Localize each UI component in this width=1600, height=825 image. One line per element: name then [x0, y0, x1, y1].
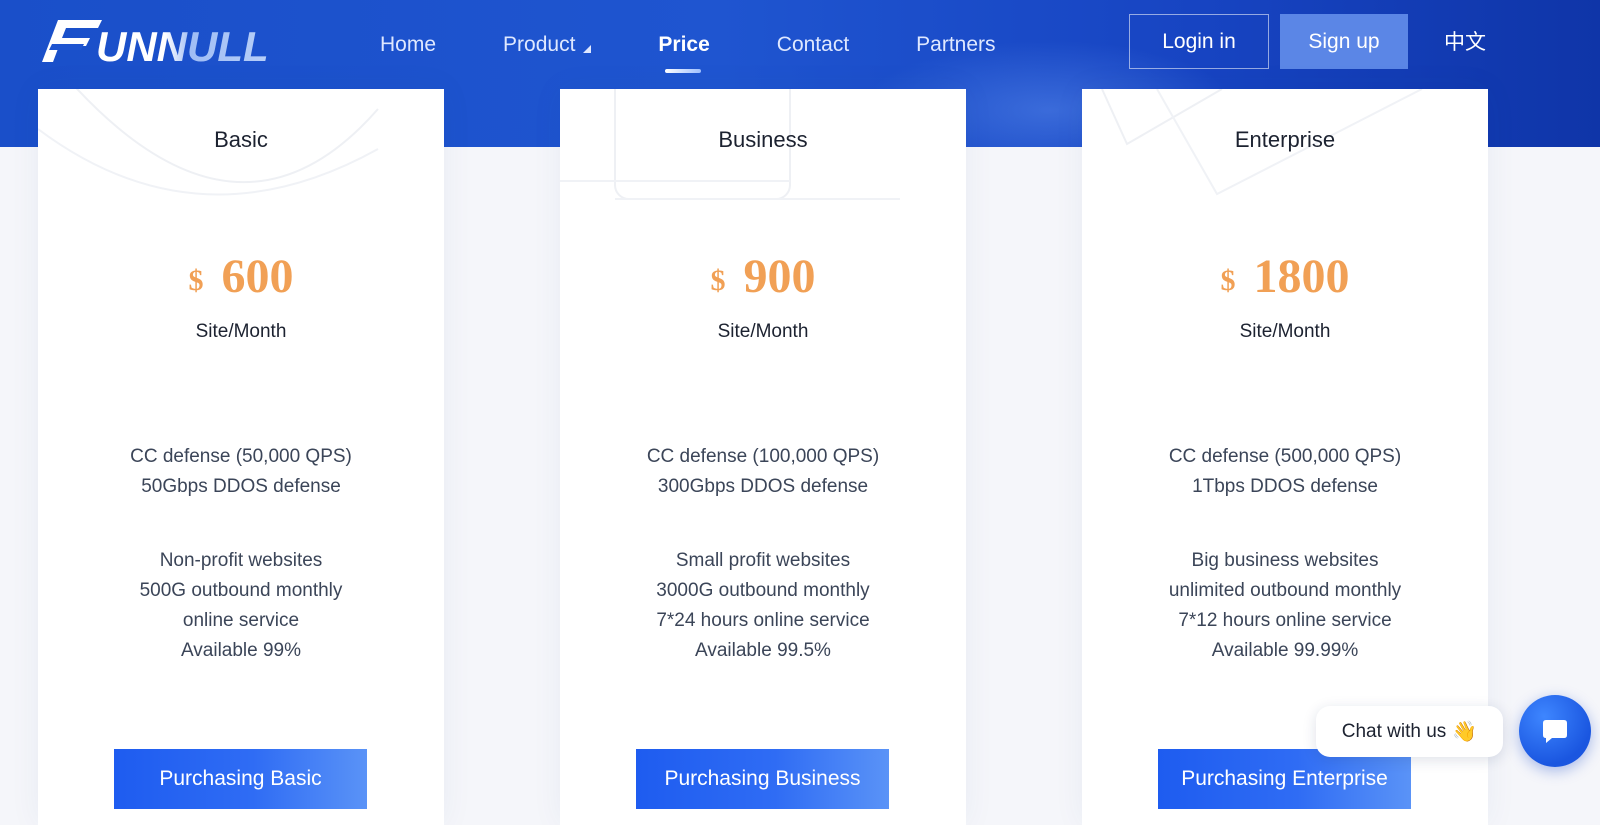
feature-line: Available 99% [180, 640, 302, 661]
feature-group-defense: CC defense (100,000 QPS) 300Gbps DDOS de… [560, 442, 966, 502]
waving-hand-icon: 👋 [1452, 721, 1478, 743]
price-amount: 900 [743, 250, 816, 303]
feature-line: Available 99.5% [695, 640, 831, 661]
nav-product[interactable]: Product [503, 32, 592, 57]
purchase-basic-button[interactable]: Purchasing Basic [114, 749, 367, 809]
chat-icon [1543, 720, 1567, 743]
plan-name: Business [718, 127, 808, 152]
feature-line: Big business websites [1191, 550, 1379, 571]
feature-line: 1Tbps DDOS defense [1192, 476, 1378, 497]
price-unit: Site/Month [1239, 321, 1331, 342]
feature-line: Small profit websites [675, 550, 851, 571]
plan-name: Enterprise [1234, 127, 1336, 152]
plan-card-business: Business $900 Site/Month CC defense (100… [560, 89, 966, 825]
chat-launcher-button[interactable] [1519, 695, 1591, 767]
purchase-button-label: Purchasing Business [664, 767, 861, 790]
card-decoration [38, 89, 379, 196]
nav-price-label: Price [658, 32, 710, 56]
feature-group-service: Non-profit websites 500G outbound monthl… [38, 546, 444, 666]
main-nav: Home Product Price Contact Partners [380, 0, 1063, 89]
plan-price: $600 [38, 249, 444, 304]
purchase-button-label: Purchasing Basic [159, 767, 322, 790]
nav-contact-label: Contact [776, 32, 850, 56]
feature-group-defense: CC defense (500,000 QPS) 1Tbps DDOS defe… [1082, 442, 1488, 502]
plan-price: $900 [560, 249, 966, 304]
feature-line: CC defense (50,000 QPS) [130, 446, 352, 467]
feature-group-service: Big business websites unlimited outbound… [1082, 546, 1488, 666]
feature-line: CC defense (100,000 QPS) [646, 446, 880, 467]
feature-line: unlimited outbound monthly [1168, 580, 1402, 601]
feature-line: 3000G outbound monthly [656, 580, 870, 601]
purchase-button-label: Purchasing Enterprise [1181, 767, 1388, 790]
nav-price[interactable]: Price [658, 32, 710, 73]
site-header: UNNULL Home Product Price Contact Partne… [0, 0, 1600, 89]
card-decoration [1101, 89, 1423, 196]
feature-group-defense: CC defense (50,000 QPS) 50Gbps DDOS defe… [38, 442, 444, 502]
nav-partners[interactable]: Partners [916, 33, 995, 57]
price-unit: Site/Month [717, 321, 809, 342]
logo[interactable]: UNNULL [38, 14, 278, 70]
currency-symbol: $ [1220, 264, 1236, 297]
chat-prompt-label: Chat with us [1341, 720, 1447, 742]
feature-line: Available 99.99% [1211, 640, 1359, 661]
purchase-business-button[interactable]: Purchasing Business [636, 749, 889, 809]
logo-icon: UNNULL [42, 20, 269, 70]
logo-wordmark: UNNULL [96, 23, 269, 70]
nav-home-label: Home [380, 32, 437, 56]
card-decoration [560, 89, 900, 200]
language-switch[interactable]: 中文 [1444, 26, 1486, 56]
nav-partners-label: Partners [916, 32, 996, 56]
price-amount: 600 [221, 250, 294, 303]
nav-product-label: Product [503, 32, 576, 56]
feature-line: 300Gbps DDOS defense [657, 476, 869, 497]
signup-button[interactable]: Sign up [1280, 14, 1408, 69]
login-button-label: Login in [1162, 29, 1236, 53]
feature-line: 500G outbound monthly [139, 580, 343, 601]
plan-card-basic: Basic $600 Site/Month CC defense (50,000… [38, 89, 444, 825]
caret-down-icon [583, 44, 592, 53]
nav-contact[interactable]: Contact [777, 33, 849, 57]
price-amount: 1800 [1253, 250, 1350, 303]
feature-line: CC defense (500,000 QPS) [1168, 446, 1402, 467]
feature-line: 50Gbps DDOS defense [141, 476, 341, 497]
price-unit: Site/Month [195, 321, 287, 342]
plan-price: $1800 [1082, 249, 1488, 304]
chat-prompt-bubble[interactable]: Chat with us 👋 [1316, 706, 1503, 757]
nav-home[interactable]: Home [380, 33, 436, 57]
active-underline [665, 68, 702, 73]
language-label: 中文 [1444, 31, 1486, 54]
currency-symbol: $ [188, 264, 204, 297]
plan-name: Basic [214, 127, 268, 152]
signup-button-label: Sign up [1308, 29, 1380, 53]
purchase-enterprise-button[interactable]: Purchasing Enterprise [1158, 749, 1411, 809]
feature-line: 7*24 hours online service [656, 610, 870, 631]
feature-line: 7*12 hours online service [1178, 610, 1392, 631]
login-button[interactable]: Login in [1129, 14, 1269, 69]
feature-group-service: Small profit websites 3000G outbound mon… [560, 546, 966, 666]
feature-line: Non-profit websites [159, 550, 323, 571]
feature-line: online service [182, 610, 300, 631]
currency-symbol: $ [710, 264, 726, 297]
